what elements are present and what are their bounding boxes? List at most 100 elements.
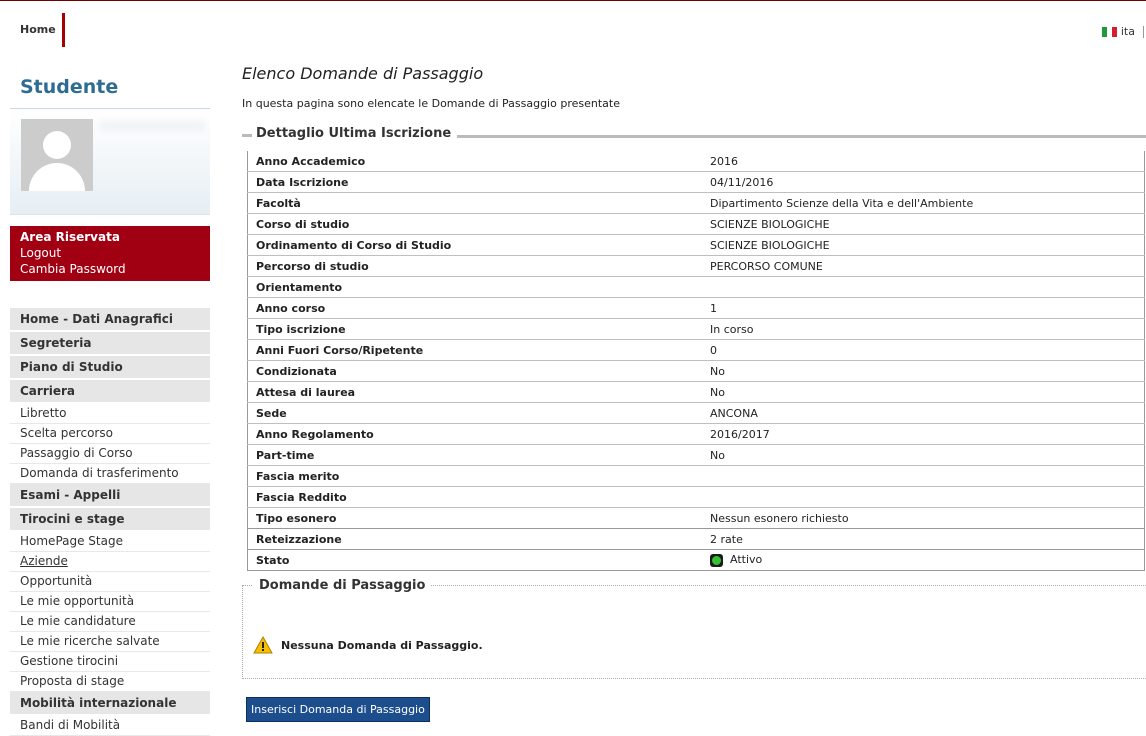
field-label: Attesa di laurea (247, 381, 702, 403)
nav-item-13[interactable]: Le mie opportunità (10, 592, 210, 612)
field-value: 0 (702, 339, 1145, 361)
change-password-link[interactable]: Cambia Password (20, 261, 200, 277)
field-label: Fascia Reddito (247, 486, 702, 508)
domande-title: Domande di Passaggio (253, 578, 432, 593)
home-tab[interactable]: Home (0, 13, 65, 47)
nav-item-6[interactable]: Passaggio di Corso (10, 444, 210, 464)
sidebar: Studente Area Riservata Logout Cambia Pa… (10, 56, 210, 736)
italian-flag-icon (1101, 26, 1117, 37)
status-active-icon (710, 553, 723, 567)
nav-item-17[interactable]: Proposta di stage (10, 672, 210, 692)
table-row: Anno corso 1 (247, 297, 1145, 319)
table-row: Attesa di laurea No (247, 381, 1145, 403)
field-label: Reteizzazione (247, 528, 702, 550)
field-value: In corso (702, 318, 1145, 340)
field-label: Anno Regolamento (247, 423, 702, 445)
nav-section-18[interactable]: Mobilità internazionale (10, 692, 210, 714)
table-row: Sede ANCONA (247, 402, 1145, 424)
page-title: Elenco Domande di Passaggio (242, 64, 484, 83)
status-row: Stato Attivo (247, 549, 1145, 571)
nav-section-1[interactable]: Segreteria (10, 332, 210, 354)
status-text: Attivo (730, 553, 763, 567)
table-row: Anno Regolamento 2016/2017 (247, 423, 1145, 445)
nav-item-7[interactable]: Domanda di trasferimento (10, 464, 210, 484)
field-value: No (702, 381, 1145, 403)
table-row: Percorso di studio PERCORSO COMUNE (247, 255, 1145, 277)
table-row: Facoltà Dipartimento Scienze della Vita e… (247, 192, 1145, 214)
field-label: Ordinamento di Corso di Studio (247, 234, 702, 256)
nav-item-4[interactable]: Libretto (10, 404, 210, 424)
area-riservata-title: Area Riservata (20, 230, 120, 244)
field-value: 1 (702, 297, 1145, 319)
nav-section-8[interactable]: Esami - Appelli (10, 484, 210, 506)
field-label: Tipo esonero (247, 507, 702, 529)
field-label: Data Iscrizione (247, 171, 702, 193)
table-row: Tipo esonero Nessun esonero richiesto (247, 507, 1145, 529)
table-row: Part-time No (247, 444, 1145, 466)
field-value: PERCORSO COMUNE (702, 255, 1145, 277)
field-label: Tipo iscrizione (247, 318, 702, 340)
student-name-redacted (100, 121, 205, 131)
table-row: Fascia merito (247, 465, 1145, 487)
nav-item-15[interactable]: Le mie ricerche salvate (10, 632, 210, 652)
field-value: 2 rate (702, 528, 1145, 550)
nav-item-12[interactable]: Opportunità (10, 572, 210, 592)
area-riservata: Area Riservata Logout Cambia Password (10, 226, 210, 281)
avatar-icon (21, 119, 93, 191)
table-row: Anno Accademico 2016 (247, 151, 1145, 172)
field-label: Percorso di studio (247, 255, 702, 277)
table-row: Tipo iscrizione In corso (247, 318, 1145, 340)
field-value: No (702, 444, 1145, 466)
logout-link[interactable]: Logout (20, 245, 200, 261)
table-row: Ordinamento di Corso di Studio SCIENZE BI… (247, 234, 1145, 256)
field-value: Dipartimento Scienze della Vita e dell'A… (702, 192, 1145, 214)
nav-item-5[interactable]: Scelta percorso (10, 424, 210, 444)
field-label: Anno Accademico (247, 151, 702, 172)
field-label: Fascia merito (247, 465, 702, 487)
domande-box: Domande di Passaggio Nessuna Domanda di … (242, 578, 1146, 679)
table-row: Orientamento (247, 276, 1145, 298)
insert-domanda-button[interactable]: Inserisci Domanda di Passaggio (246, 697, 430, 722)
main-content: Elenco Domande di Passaggio In questa pa… (228, 56, 1146, 679)
nav-section-2[interactable]: Piano di Studio (10, 356, 210, 378)
nav-section-0[interactable]: Home - Dati Anagrafici (10, 308, 210, 330)
field-value (702, 486, 1145, 508)
section-header: Dettaglio Ultima Iscrizione (242, 124, 1146, 146)
no-domande-text: Nessuna Domanda di Passaggio. (281, 638, 483, 652)
field-value: 2016/2017 (702, 423, 1145, 445)
language-separator (1143, 25, 1144, 38)
sidebar-title: Studente (20, 76, 119, 98)
no-domande-message: Nessuna Domanda di Passaggio. (253, 636, 483, 654)
field-value: Nessun esonero richiesto (702, 507, 1145, 529)
nav-item-16[interactable]: Gestione tirocini (10, 652, 210, 672)
field-value: No (702, 360, 1145, 382)
table-row: Reteizzazione 2 rate (247, 528, 1145, 550)
nav-item-14[interactable]: Le mie candidature (10, 612, 210, 632)
field-label: Orientamento (247, 276, 702, 298)
field-value: 04/11/2016 (702, 171, 1145, 193)
language-selector[interactable]: ita (1101, 25, 1144, 38)
language-label: ita (1120, 25, 1135, 38)
field-value: SCIENZE BIOLOGICHE (702, 234, 1145, 256)
nav-item-19[interactable]: Bandi di Mobilità (10, 716, 210, 736)
field-value: ANCONA (702, 402, 1145, 424)
enrollment-details-table: Anno Accademico 2016 Data Iscrizione 04/11/… (247, 151, 1145, 571)
field-label: Anno corso (247, 297, 702, 319)
status-label: Stato (247, 549, 702, 571)
field-label: Facoltà (247, 192, 702, 214)
field-label: Part-time (247, 444, 702, 466)
table-row: Fascia Reddito (247, 486, 1145, 508)
table-row: Condizionata No (247, 360, 1145, 382)
table-row: Anni Fuori Corso/Ripetente 0 (247, 339, 1145, 361)
intro-text: In questa pagina sono elencate le Domand… (242, 97, 620, 110)
section-title: Dettaglio Ultima Iscrizione (242, 126, 458, 141)
nav-item-11[interactable]: Aziende (10, 552, 210, 572)
nav-item-10[interactable]: HomePage Stage (10, 532, 210, 552)
nav-section-3[interactable]: Carriera (10, 380, 210, 402)
profile-box (10, 109, 210, 215)
field-label: Sede (247, 402, 702, 424)
field-label: Condizionata (247, 360, 702, 382)
field-label: Corso di studio (247, 213, 702, 235)
nav-section-9[interactable]: Tirocini e stage (10, 508, 210, 530)
warning-icon (253, 636, 273, 654)
